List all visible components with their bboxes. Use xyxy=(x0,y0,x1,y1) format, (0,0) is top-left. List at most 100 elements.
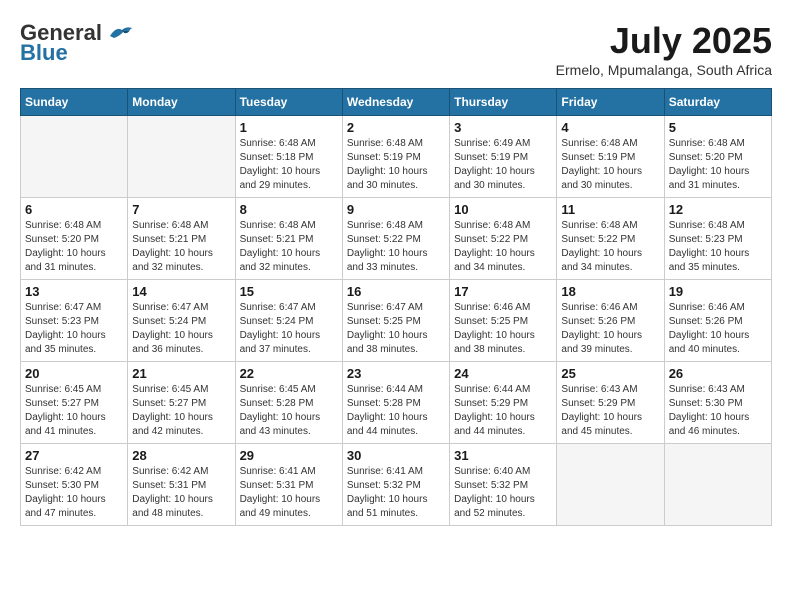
weekday-header-wednesday: Wednesday xyxy=(342,89,449,116)
day-number: 2 xyxy=(347,120,445,135)
calendar-cell: 12Sunrise: 6:48 AM Sunset: 5:23 PM Dayli… xyxy=(664,198,771,280)
day-number: 16 xyxy=(347,284,445,299)
calendar-cell xyxy=(664,444,771,526)
day-number: 22 xyxy=(240,366,338,381)
calendar-cell: 20Sunrise: 6:45 AM Sunset: 5:27 PM Dayli… xyxy=(21,362,128,444)
day-number: 5 xyxy=(669,120,767,135)
week-row-4: 20Sunrise: 6:45 AM Sunset: 5:27 PM Dayli… xyxy=(21,362,772,444)
day-number: 25 xyxy=(561,366,659,381)
day-number: 10 xyxy=(454,202,552,217)
calendar-cell: 11 Sunrise: 6:48 AM Sunset: 5:22 PM Dayli… xyxy=(557,198,664,280)
day-info: Sunrise: 6:47 AM Sunset: 5:23 PM Dayligh… xyxy=(25,301,123,357)
week-row-2: 6Sunrise: 6:48 AM Sunset: 5:20 PM Daylig… xyxy=(21,198,772,280)
day-number: 30 xyxy=(347,448,445,463)
calendar-cell: 21Sunrise: 6:45 AM Sunset: 5:27 PM Dayli… xyxy=(128,362,235,444)
calendar-cell: 31 Sunrise: 6:40 AM Sunset: 5:32 PM Dayli… xyxy=(450,444,557,526)
day-number: 9 xyxy=(347,202,445,217)
day-number: 18 xyxy=(561,284,659,299)
weekday-header-tuesday: Tuesday xyxy=(235,89,342,116)
calendar-cell: 7 Sunrise: 6:48 AM Sunset: 5:21 PM Daylig… xyxy=(128,198,235,280)
day-number: 11 xyxy=(561,202,659,217)
weekday-header-monday: Monday xyxy=(128,89,235,116)
calendar-cell: 18 Sunrise: 6:46 AM Sunset: 5:26 PM Dayli… xyxy=(557,280,664,362)
day-number: 29 xyxy=(240,448,338,463)
calendar-cell: 26 Sunrise: 6:43 AM Sunset: 5:30 PM Dayli… xyxy=(664,362,771,444)
day-info: Sunrise: 6:43 AM Sunset: 5:30 PM Dayligh… xyxy=(669,383,767,439)
week-row-1: 1 Sunrise: 6:48 AM Sunset: 5:18 PM Daylig… xyxy=(21,116,772,198)
day-info: Sunrise: 6:47 AM Sunset: 5:24 PM Dayligh… xyxy=(132,301,230,357)
calendar-cell: 29Sunrise: 6:41 AM Sunset: 5:31 PM Dayli… xyxy=(235,444,342,526)
day-info: Sunrise: 6:48 AM Sunset: 5:20 PM Dayligh… xyxy=(669,137,767,193)
day-number: 31 xyxy=(454,448,552,463)
weekday-header-thursday: Thursday xyxy=(450,89,557,116)
location-subtitle: Ermelo, Mpumalanga, South Africa xyxy=(556,62,772,78)
day-info: Sunrise: 6:45 AM Sunset: 5:28 PM Dayligh… xyxy=(240,383,338,439)
day-number: 1 xyxy=(240,120,338,135)
calendar-cell: 8 Sunrise: 6:48 AM Sunset: 5:21 PM Daylig… xyxy=(235,198,342,280)
day-number: 7 xyxy=(132,202,230,217)
day-info: Sunrise: 6:40 AM Sunset: 5:32 PM Dayligh… xyxy=(454,465,552,521)
day-number: 27 xyxy=(25,448,123,463)
title-area: July 2025 Ermelo, Mpumalanga, South Afri… xyxy=(556,20,772,78)
day-info: Sunrise: 6:41 AM Sunset: 5:32 PM Dayligh… xyxy=(347,465,445,521)
day-info: Sunrise: 6:48 AM Sunset: 5:19 PM Dayligh… xyxy=(347,137,445,193)
day-number: 19 xyxy=(669,284,767,299)
day-info: Sunrise: 6:46 AM Sunset: 5:26 PM Dayligh… xyxy=(669,301,767,357)
week-row-3: 13 Sunrise: 6:47 AM Sunset: 5:23 PM Dayli… xyxy=(21,280,772,362)
calendar-cell: 3 Sunrise: 6:49 AM Sunset: 5:19 PM Daylig… xyxy=(450,116,557,198)
calendar-cell: 9 Sunrise: 6:48 AM Sunset: 5:22 PM Daylig… xyxy=(342,198,449,280)
day-info: Sunrise: 6:49 AM Sunset: 5:19 PM Dayligh… xyxy=(454,137,552,193)
calendar-cell: 24Sunrise: 6:44 AM Sunset: 5:29 PM Dayli… xyxy=(450,362,557,444)
day-info: Sunrise: 6:48 AM Sunset: 5:22 PM Dayligh… xyxy=(347,219,445,275)
calendar-cell: 15 Sunrise: 6:47 AM Sunset: 5:24 PM Dayli… xyxy=(235,280,342,362)
day-info: Sunrise: 6:44 AM Sunset: 5:29 PM Dayligh… xyxy=(454,383,552,439)
day-info: Sunrise: 6:48 AM Sunset: 5:21 PM Dayligh… xyxy=(240,219,338,275)
weekday-header-saturday: Saturday xyxy=(664,89,771,116)
page-header: General Blue July 2025 Ermelo, Mpumalang… xyxy=(20,20,772,78)
day-info: Sunrise: 6:47 AM Sunset: 5:24 PM Dayligh… xyxy=(240,301,338,357)
week-row-5: 27 Sunrise: 6:42 AM Sunset: 5:30 PM Dayli… xyxy=(21,444,772,526)
calendar-table: SundayMondayTuesdayWednesdayThursdayFrid… xyxy=(20,88,772,526)
day-info: Sunrise: 6:48 AM Sunset: 5:23 PM Dayligh… xyxy=(669,219,767,275)
calendar-cell: 25 Sunrise: 6:43 AM Sunset: 5:29 PM Dayli… xyxy=(557,362,664,444)
calendar-cell: 1 Sunrise: 6:48 AM Sunset: 5:18 PM Daylig… xyxy=(235,116,342,198)
day-number: 28 xyxy=(132,448,230,463)
day-info: Sunrise: 6:43 AM Sunset: 5:29 PM Dayligh… xyxy=(561,383,659,439)
day-number: 8 xyxy=(240,202,338,217)
calendar-cell: 10 Sunrise: 6:48 AM Sunset: 5:22 PM Dayli… xyxy=(450,198,557,280)
day-info: Sunrise: 6:46 AM Sunset: 5:26 PM Dayligh… xyxy=(561,301,659,357)
day-number: 21 xyxy=(132,366,230,381)
logo: General Blue xyxy=(20,20,134,66)
day-info: Sunrise: 6:48 AM Sunset: 5:22 PM Dayligh… xyxy=(561,219,659,275)
day-info: Sunrise: 6:44 AM Sunset: 5:28 PM Dayligh… xyxy=(347,383,445,439)
weekday-header-sunday: Sunday xyxy=(21,89,128,116)
calendar-cell: 28 Sunrise: 6:42 AM Sunset: 5:31 PM Dayli… xyxy=(128,444,235,526)
day-number: 13 xyxy=(25,284,123,299)
calendar-cell: 30 Sunrise: 6:41 AM Sunset: 5:32 PM Dayli… xyxy=(342,444,449,526)
logo-blue: Blue xyxy=(20,40,68,66)
day-info: Sunrise: 6:48 AM Sunset: 5:18 PM Dayligh… xyxy=(240,137,338,193)
day-info: Sunrise: 6:42 AM Sunset: 5:30 PM Dayligh… xyxy=(25,465,123,521)
logo-bird-icon xyxy=(106,24,134,42)
day-number: 6 xyxy=(25,202,123,217)
day-info: Sunrise: 6:48 AM Sunset: 5:21 PM Dayligh… xyxy=(132,219,230,275)
day-number: 15 xyxy=(240,284,338,299)
weekday-header-row: SundayMondayTuesdayWednesdayThursdayFrid… xyxy=(21,89,772,116)
day-number: 26 xyxy=(669,366,767,381)
calendar-cell: 16 Sunrise: 6:47 AM Sunset: 5:25 PM Dayli… xyxy=(342,280,449,362)
day-info: Sunrise: 6:46 AM Sunset: 5:25 PM Dayligh… xyxy=(454,301,552,357)
day-info: Sunrise: 6:42 AM Sunset: 5:31 PM Dayligh… xyxy=(132,465,230,521)
day-number: 3 xyxy=(454,120,552,135)
calendar-cell xyxy=(557,444,664,526)
day-info: Sunrise: 6:47 AM Sunset: 5:25 PM Dayligh… xyxy=(347,301,445,357)
day-number: 23 xyxy=(347,366,445,381)
month-year-title: July 2025 xyxy=(556,20,772,62)
day-info: Sunrise: 6:48 AM Sunset: 5:22 PM Dayligh… xyxy=(454,219,552,275)
calendar-cell: 13 Sunrise: 6:47 AM Sunset: 5:23 PM Dayli… xyxy=(21,280,128,362)
calendar-cell: 17Sunrise: 6:46 AM Sunset: 5:25 PM Dayli… xyxy=(450,280,557,362)
day-number: 20 xyxy=(25,366,123,381)
day-number: 14 xyxy=(132,284,230,299)
day-number: 4 xyxy=(561,120,659,135)
calendar-cell: 22 Sunrise: 6:45 AM Sunset: 5:28 PM Dayli… xyxy=(235,362,342,444)
calendar-cell xyxy=(128,116,235,198)
